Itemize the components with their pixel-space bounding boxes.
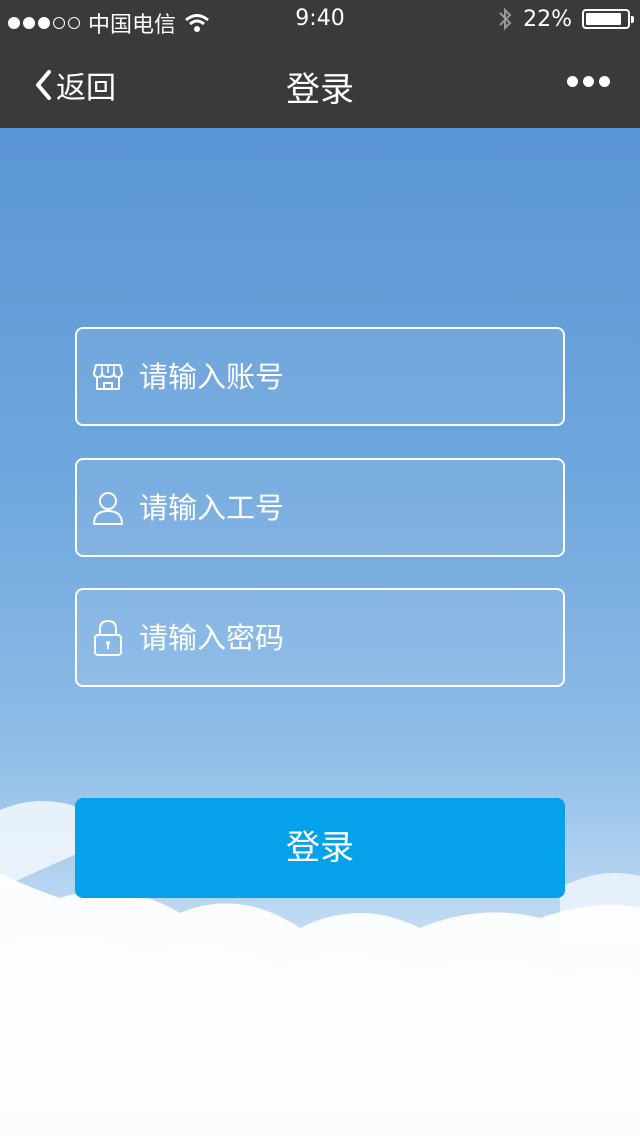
more-dot-icon <box>567 76 578 87</box>
account-input[interactable] <box>139 359 563 394</box>
status-right: 22% <box>497 6 634 32</box>
lock-icon <box>91 619 125 657</box>
page-title: 登录 <box>286 70 354 110</box>
battery-icon <box>582 9 634 29</box>
login-button[interactable]: 登录 <box>75 798 565 898</box>
more-options-button[interactable] <box>567 76 610 87</box>
password-field[interactable] <box>75 588 565 687</box>
employee-id-input[interactable] <box>139 490 563 525</box>
more-dot-icon <box>599 76 610 87</box>
login-content: 登录 <box>0 128 640 1136</box>
more-dot-icon <box>583 76 594 87</box>
user-icon <box>91 489 125 527</box>
account-field[interactable] <box>75 327 565 426</box>
battery-percentage: 22% <box>523 6 572 32</box>
bluetooth-icon <box>499 7 512 31</box>
battery-level <box>586 13 622 25</box>
employee-id-field[interactable] <box>75 458 565 557</box>
status-bar: 中国电信 9:40 22% <box>0 0 640 40</box>
password-input[interactable] <box>139 620 563 655</box>
store-icon <box>91 358 125 396</box>
navigation-bar: 返回 登录 <box>0 40 640 128</box>
